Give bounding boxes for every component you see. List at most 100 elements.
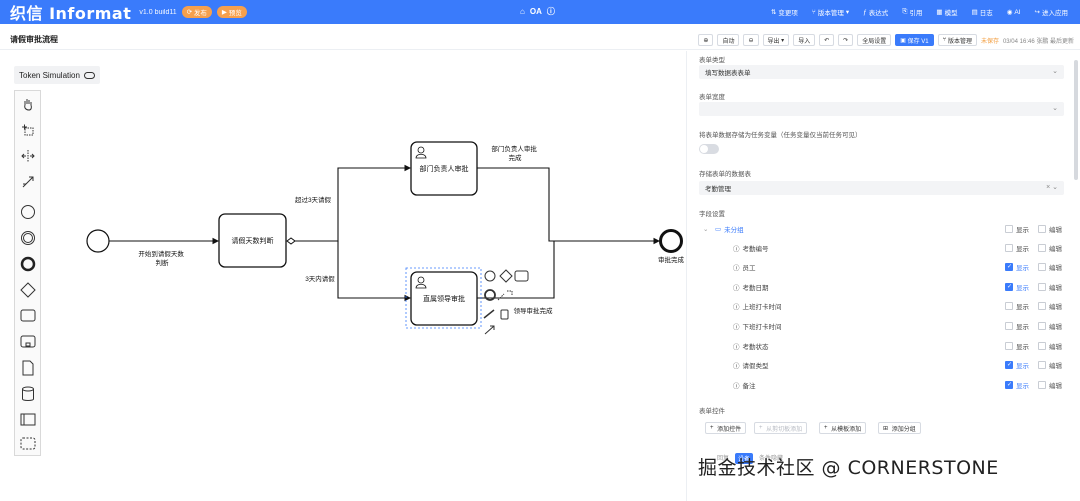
start-flow-label: 开始到请假天数 判断: [138, 249, 185, 267]
edit-label: 编辑: [1049, 245, 1062, 253]
flow-dept-done-label: 部门负责人审批 完成: [491, 144, 538, 162]
show-label: 显示: [1016, 363, 1029, 371]
auto-layout-button[interactable]: 自动: [717, 34, 740, 46]
show-checkbox[interactable]: [1005, 321, 1013, 330]
show-label: 显示: [1016, 245, 1029, 253]
field-type-icon: ⓘ: [733, 323, 740, 331]
edit-label: 编辑: [1049, 363, 1062, 371]
show-checkbox[interactable]: [1005, 341, 1013, 350]
form-type-select[interactable]: 填写数据表表单 ⌄: [699, 65, 1064, 79]
edit-checkbox[interactable]: [1038, 341, 1046, 350]
form-type-label: 表单类型: [699, 57, 725, 64]
save-button[interactable]: ▣ 保存 V1: [895, 34, 934, 46]
show-checkbox[interactable]: [1005, 302, 1013, 311]
field-name: 下班打卡时间: [742, 323, 782, 331]
zoom-out-button[interactable]: ⊖: [743, 34, 759, 46]
field-row[interactable]: ⓘ 考勤状态 显示 编辑: [697, 336, 1067, 355]
properties-panel: 表单类型 填写数据表表单 ⌄ 表单宽度 ⌄ 将表单数据存储为任务变量（任务变量仅…: [686, 51, 1080, 501]
sequence-flows[interactable]: [109, 164, 661, 302]
field-group-row[interactable]: ⌄ ▭ 未分组 显示 编辑: [697, 219, 1067, 238]
field-name: 上班打卡时间: [742, 304, 782, 312]
show-checkbox[interactable]: [1005, 224, 1013, 233]
export-button[interactable]: 导出 ▾: [762, 34, 790, 46]
form-controls-label: 表单控件: [699, 408, 725, 415]
show-label: 显示: [1016, 323, 1029, 331]
flow-within3-label: 3天内请假: [305, 274, 335, 283]
add-group-button[interactable]: ⊞ 添加分组: [878, 422, 921, 434]
edit-checkbox[interactable]: [1038, 243, 1046, 252]
flow-leader-done-label: 领导审批完成: [514, 306, 554, 315]
show-label: 显示: [1016, 304, 1029, 312]
end-event-label: 审批完成: [658, 255, 685, 264]
field-type-icon: ⓘ: [733, 343, 740, 351]
edit-checkbox[interactable]: [1038, 224, 1046, 233]
field-row[interactable]: ⓘ 上班打卡时间 显示 编辑: [697, 297, 1067, 316]
version-mgmt-button[interactable]: ⑂ 版本管理: [937, 34, 977, 46]
watermark: 掘金技术社区 @ CORNERSTONE: [698, 457, 999, 479]
task-dept-approval-label: 部门负责人审批: [420, 164, 469, 173]
field-row[interactable]: ⓘ请假类型 显示 编辑: [697, 356, 1067, 375]
field-type-icon: ⓘ: [733, 382, 740, 390]
field-settings-label: 字段设置: [699, 211, 725, 218]
unsaved-status: 未保存: [980, 38, 999, 45]
add-control-button[interactable]: + 添加控件: [705, 422, 747, 434]
show-checkbox[interactable]: [1005, 380, 1013, 389]
store-var-switch[interactable]: [699, 144, 719, 154]
form-width-select[interactable]: ⌄: [699, 102, 1064, 116]
menu-version[interactable]: ⑂ 版本管理 ▾: [812, 7, 849, 18]
chevron-down-icon: ⌄: [1052, 105, 1058, 112]
field-name: 员工: [742, 265, 756, 273]
panel-scrollbar[interactable]: [1074, 60, 1078, 180]
zoom-in-button[interactable]: ⊕: [698, 34, 714, 46]
field-type-icon: ⓘ: [733, 304, 740, 312]
show-checkbox[interactable]: [1005, 361, 1013, 370]
undo-button[interactable]: ↶: [819, 34, 835, 46]
show-label: 显示: [1016, 343, 1029, 351]
show-checkbox[interactable]: [1005, 263, 1013, 272]
menu-model[interactable]: ▦ 模型: [936, 7, 957, 17]
menu-expression[interactable]: ƒ 表达式: [863, 7, 888, 18]
clear-chevron-icon[interactable]: × ⌄: [1046, 183, 1058, 191]
field-row[interactable]: ⓘ员工 显示 编辑: [697, 258, 1067, 277]
show-label: 显示: [1016, 265, 1029, 273]
start-event[interactable]: [86, 229, 110, 253]
global-settings-button[interactable]: 全局设置: [857, 34, 892, 46]
field-row[interactable]: ⓘ 考勤编号 显示 编辑: [697, 238, 1067, 257]
field-name: 请假类型: [742, 363, 769, 371]
collapse-icon[interactable]: ⌄: [703, 225, 708, 233]
edit-checkbox[interactable]: [1038, 380, 1046, 389]
from-template-button[interactable]: + 从模板添加: [819, 422, 867, 434]
end-event[interactable]: [659, 229, 683, 253]
menu-log[interactable]: ▤ 日志: [972, 7, 993, 17]
edit-checkbox[interactable]: [1038, 361, 1046, 370]
field-row[interactable]: ⓘ考勤日期 显示 编辑: [697, 277, 1067, 296]
edit-checkbox[interactable]: [1038, 263, 1046, 272]
field-row[interactable]: ⓘ备注 显示 编辑: [697, 375, 1067, 394]
edit-label: 编辑: [1049, 323, 1062, 331]
menu-ai[interactable]: ◉ AI: [1007, 7, 1021, 17]
edit-checkbox[interactable]: [1038, 302, 1046, 311]
edit-checkbox[interactable]: [1038, 282, 1046, 291]
import-button[interactable]: 导入: [793, 34, 816, 46]
top-menu: ⇅ 变更项 ⑂ 版本管理 ▾ ƒ 表达式 ⎘ 引用 ▦ 模型 ▤ 日志 ◉ AI ↪ 进入应用: [771, 7, 1068, 17]
field-type-icon: ⓘ: [733, 245, 740, 253]
store-table-label: 存储表单的数据表: [699, 171, 751, 178]
store-table-select[interactable]: 考勤管理 × ⌄: [699, 181, 1064, 195]
menu-changes[interactable]: ⇅ 变更项: [771, 7, 798, 17]
menu-reference[interactable]: ⎘ 引用: [902, 7, 922, 17]
show-checkbox[interactable]: [1005, 282, 1013, 291]
redo-button[interactable]: ↷: [838, 34, 854, 46]
chevron-down-icon: ⌄: [1052, 68, 1058, 75]
from-clipboard-button[interactable]: + 从剪切板添加: [754, 422, 808, 434]
form-width-label: 表单宽度: [699, 94, 725, 101]
context-pad[interactable]: [483, 269, 529, 335]
menu-enter-app[interactable]: ↪ 进入应用: [1035, 7, 1068, 17]
store-var-label: 将表单数据存储为任务变量（任务变量仅当前任务可见）: [699, 132, 862, 139]
field-row[interactable]: ⓘ 下班打卡时间 显示 编辑: [697, 316, 1067, 335]
field-name: 备注: [742, 382, 756, 390]
field-type-icon: ⓘ: [733, 363, 740, 371]
show-checkbox[interactable]: [1005, 243, 1013, 252]
field-name: 考勤状态: [742, 343, 769, 351]
task-leave-days-label: 请假天数判断: [232, 236, 274, 245]
edit-checkbox[interactable]: [1038, 321, 1046, 330]
